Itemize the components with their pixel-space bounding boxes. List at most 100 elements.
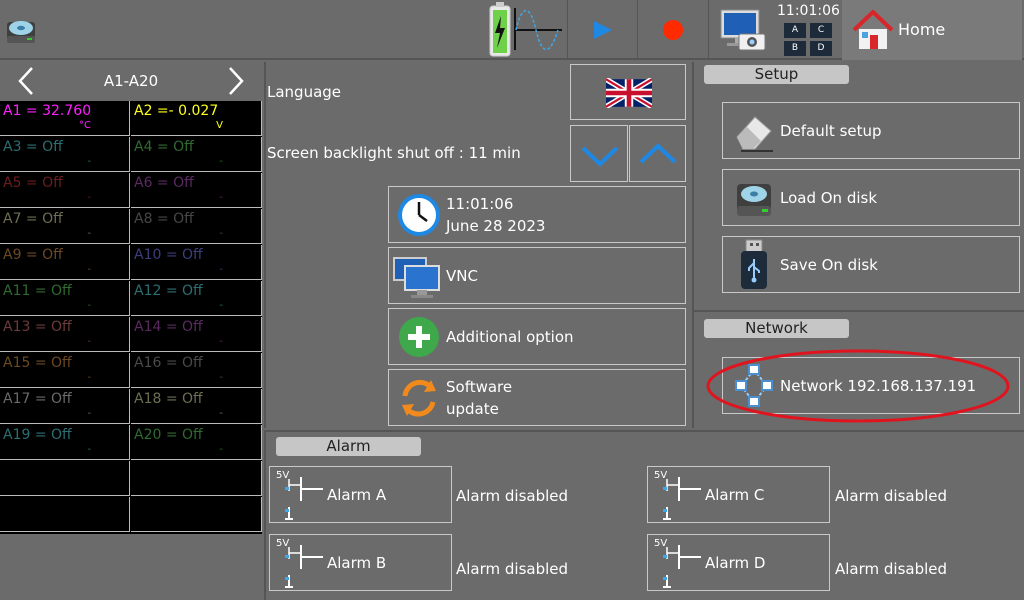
channel-cell[interactable]: A11 = Off -: [0, 281, 130, 316]
channel-cell[interactable]: A7 = Off -: [0, 209, 130, 244]
channel-value: A8 = Off: [134, 211, 194, 227]
channel-unit: -: [219, 336, 223, 347]
channel-value: A12 = Off: [134, 283, 203, 299]
channel-unit: -: [87, 156, 91, 167]
channel-cell[interactable]: A2 =- 0.027 V: [131, 101, 262, 136]
settings-panel: Language Screen backlight shut off : 11 …: [264, 62, 690, 428]
channel-cell[interactable]: A3 = Off -: [0, 137, 130, 172]
app-root: 11:01:06 A C B D Home A1-A20 A1 = 32.760…: [0, 0, 1024, 600]
channel-value: A1 = 32.760: [3, 103, 92, 119]
home-icon: [852, 10, 894, 49]
channel-grid: A1 = 32.760 °C A2 =- 0.027 V A3 = Off - A4 = O…: [0, 101, 262, 534]
network-title: Network: [704, 319, 849, 338]
channel-unit: -: [87, 300, 91, 311]
channel-value: A13 = Off: [3, 319, 72, 335]
play-button[interactable]: [568, 0, 636, 60]
mini-grid-b: B: [784, 41, 806, 56]
alarm-panel: Alarm 5V Alarm A Alarm disabled 5V Alarm…: [264, 430, 1024, 600]
channel-cell[interactable]: A8 = Off -: [131, 209, 262, 244]
channel-cell[interactable]: A6 = Off -: [131, 173, 262, 208]
record-button[interactable]: [638, 0, 708, 60]
mini-grid-a: A: [784, 23, 806, 38]
load-on-disk-button[interactable]: Load On disk: [722, 169, 1020, 226]
alarm-d-status: Alarm disabled: [835, 560, 948, 578]
channel-cell[interactable]: A4 = Off -: [131, 137, 262, 172]
vnc-button[interactable]: VNC: [388, 247, 686, 304]
panel-divider: [694, 310, 1024, 312]
top-toolbar: 11:01:06 A C B D Home: [0, 0, 1024, 60]
channel-value: A16 = Off: [134, 355, 203, 371]
channel-cell[interactable]: A5 = Off -: [0, 173, 130, 208]
channel-value: A4 = Off: [134, 139, 194, 155]
alarm-b-button[interactable]: 5V Alarm B: [269, 534, 452, 591]
alarm-b-status: Alarm disabled: [456, 560, 569, 578]
clock-date: June 28 2023: [446, 217, 546, 235]
voltage-label: 5V: [654, 470, 668, 481]
alarm-d-label: Alarm D: [705, 554, 766, 572]
channel-cell[interactable]: A12 = Off -: [131, 281, 262, 316]
alarm-title: Alarm: [276, 437, 421, 456]
usb-drive-icon: [741, 239, 767, 289]
channel-range-label: A1-A20: [103, 72, 159, 90]
voltage-label: 5V: [276, 538, 290, 549]
language-button[interactable]: [570, 64, 686, 120]
home-button[interactable]: Home: [842, 0, 1022, 60]
alarm-c-status: Alarm disabled: [835, 487, 948, 505]
alarm-a-button[interactable]: 5V Alarm A: [269, 466, 452, 523]
channel-cell[interactable]: A14 = Off -: [131, 317, 262, 352]
backlight-label: Screen backlight shut off : 11 min: [267, 144, 521, 162]
alarm-a-status: Alarm disabled: [456, 487, 569, 505]
channel-value: A14 = Off: [134, 319, 203, 335]
alarm-mini-grid: A C B D: [784, 23, 836, 57]
channel-cell[interactable]: A19 = Off -: [0, 425, 130, 460]
chevron-left-icon[interactable]: [8, 62, 48, 100]
software-update-line2: update: [446, 400, 499, 418]
channel-value: A9 = Off: [3, 247, 63, 263]
mini-grid-c: C: [810, 23, 832, 38]
disk-load-icon: [737, 184, 771, 216]
battery-signal-widget[interactable]: [486, 0, 566, 60]
channel-unit: -: [219, 372, 223, 383]
refresh-icon: [402, 379, 436, 417]
disk-menu-button[interactable]: [0, 0, 45, 60]
channel-value: A20 = Off: [134, 427, 203, 443]
channel-cell[interactable]: A13 = Off -: [0, 317, 130, 352]
channel-unit: -: [87, 444, 91, 455]
channel-unit: -: [87, 228, 91, 239]
channel-cell[interactable]: A10 = Off -: [131, 245, 262, 280]
channel-unit: -: [87, 336, 91, 347]
channel-cell[interactable]: A17 = Off -: [0, 389, 130, 424]
date-time-button[interactable]: 11:01:06 June 28 2023: [388, 186, 686, 243]
alarm-c-button[interactable]: 5V Alarm C: [647, 466, 830, 523]
channel-cell[interactable]: A1 = 32.760 °C: [0, 101, 130, 136]
channel-value: A5 = Off: [3, 175, 63, 191]
channel-cell[interactable]: A9 = Off -: [0, 245, 130, 280]
channel-value: A3 = Off: [3, 139, 63, 155]
network-button[interactable]: Network 192.168.137.191: [722, 357, 1020, 414]
vnc-label: VNC: [446, 267, 478, 285]
play-icon: [594, 21, 612, 39]
channel-cell[interactable]: A20 = Off -: [131, 425, 262, 460]
screenshot-icon: [720, 9, 766, 51]
save-on-disk-button[interactable]: Save On disk: [722, 236, 1020, 293]
additional-option-button[interactable]: Additional option: [388, 308, 686, 365]
default-setup-button[interactable]: Default setup: [722, 102, 1020, 159]
channel-cell[interactable]: A16 = Off -: [131, 353, 262, 388]
backlight-decrease-button[interactable]: [570, 125, 628, 182]
mini-grid-d: D: [810, 41, 832, 56]
alarm-b-label: Alarm B: [327, 554, 387, 572]
chevron-right-icon[interactable]: [218, 62, 258, 100]
network-label: Network 192.168.137.191: [780, 377, 977, 395]
backlight-increase-button[interactable]: [629, 125, 686, 182]
status-clock: 11:01:06 A C B D: [776, 0, 840, 60]
screenshot-button[interactable]: [709, 0, 775, 60]
alarm-d-button[interactable]: 5V Alarm D: [647, 534, 830, 591]
channel-value: A10 = Off: [134, 247, 203, 263]
software-update-button[interactable]: Software update: [388, 369, 686, 426]
channel-cell[interactable]: A15 = Off -: [0, 353, 130, 388]
language-label: Language: [267, 83, 342, 101]
channel-value: A15 = Off: [3, 355, 72, 371]
channel-cell[interactable]: A18 = Off -: [131, 389, 262, 424]
channel-value: A19 = Off: [3, 427, 72, 443]
record-icon: [663, 20, 683, 40]
